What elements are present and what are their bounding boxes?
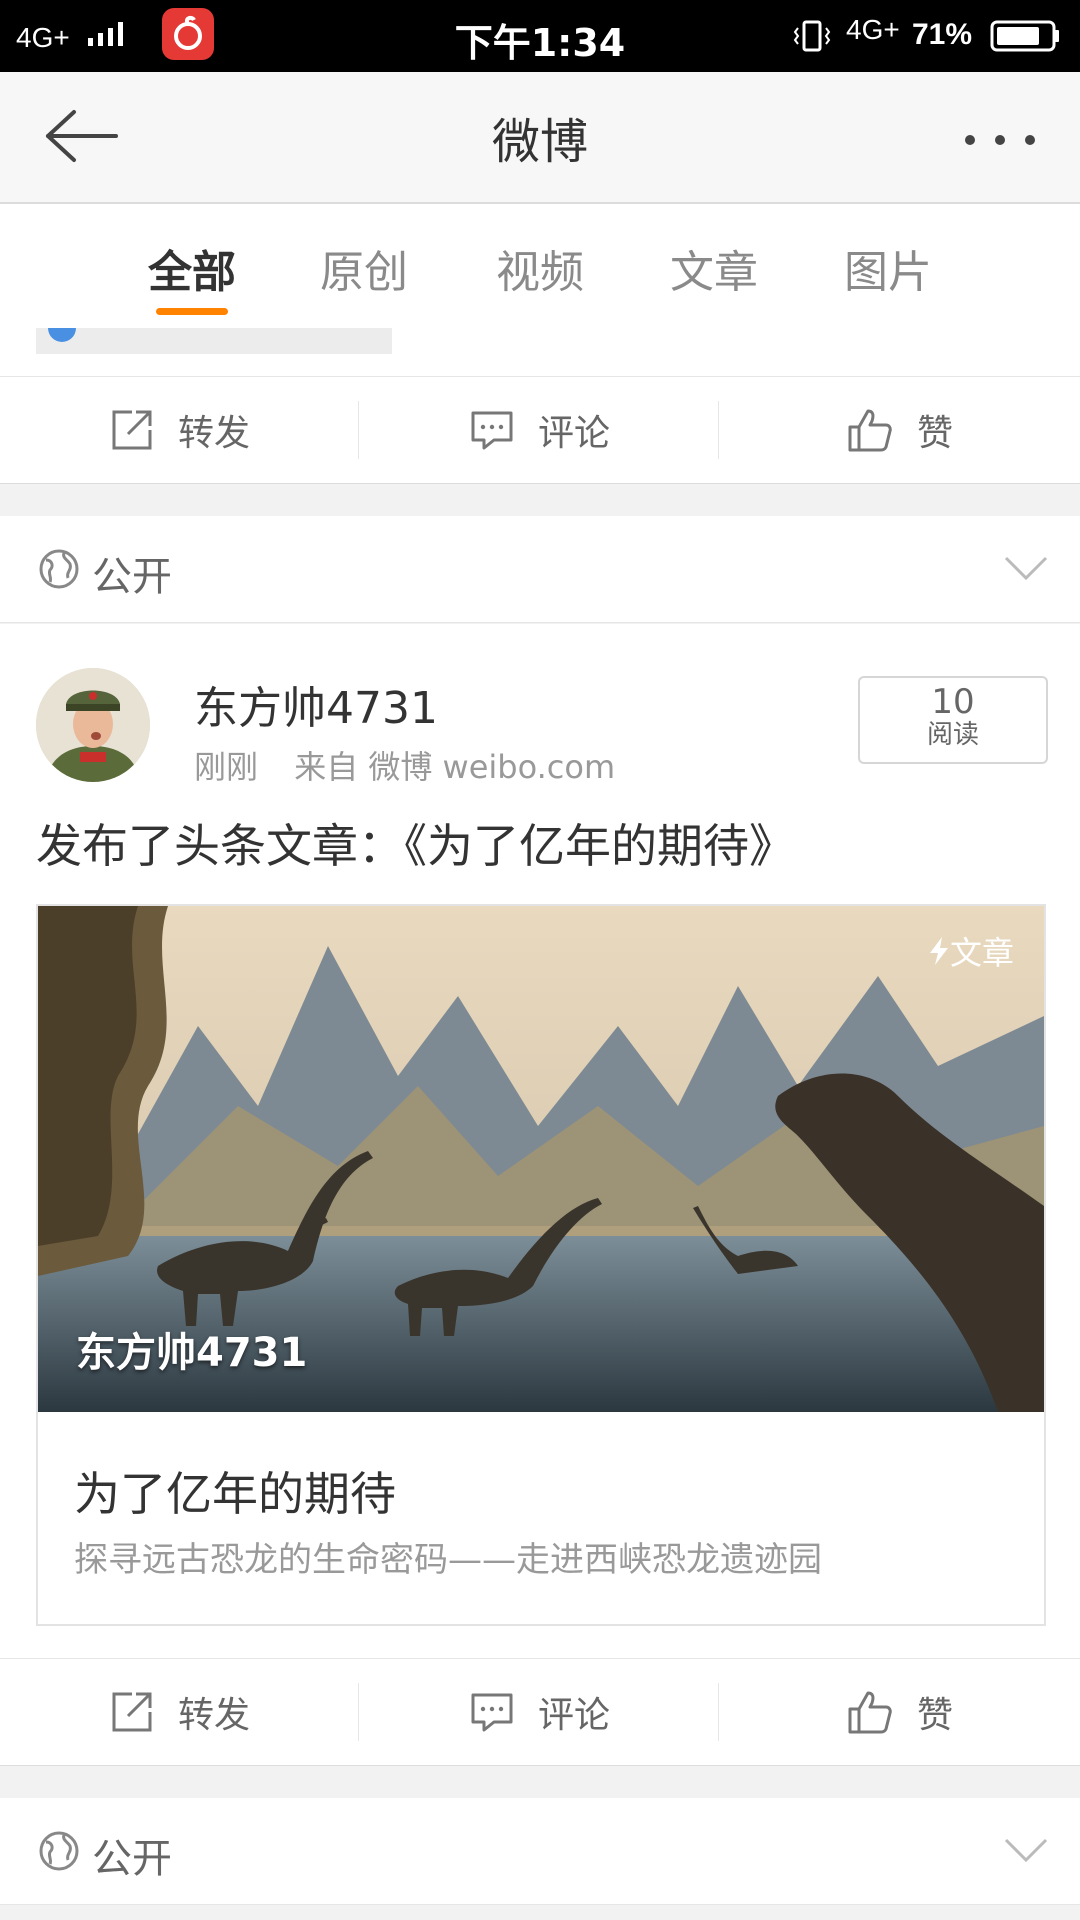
- comment-button[interactable]: 评论: [360, 377, 720, 483]
- article-card[interactable]: 文章 东方帅4731 为了亿年的期待 探寻远古恐龙的生命密码——走进西峡恐龙遗迹…: [36, 904, 1046, 1626]
- repost-button[interactable]: 转发: [0, 377, 360, 483]
- article-tag: 文章: [928, 928, 1014, 974]
- tab-all[interactable]: 全部: [122, 236, 262, 300]
- post-meta: 刚刚 来自 微博 weibo.com: [194, 742, 641, 788]
- read-count-label: 阅读: [926, 720, 979, 750]
- article-tag-label: 文章: [949, 934, 1014, 972]
- like-button[interactable]: 赞: [720, 377, 1080, 483]
- repost-label: 转发: [177, 413, 250, 454]
- visibility-label: 公开: [92, 554, 172, 600]
- comment-label: 评论: [537, 413, 610, 454]
- active-tab-indicator: [156, 308, 228, 315]
- comment-icon: [471, 1693, 513, 1732]
- post-time: 刚刚: [194, 748, 259, 786]
- more-options-icon[interactable]: [962, 132, 1038, 148]
- repost-icon: [112, 410, 152, 450]
- visibility-row[interactable]: 公开: [0, 1798, 1080, 1905]
- read-count: 10: [931, 682, 975, 722]
- like-label: 赞: [916, 1695, 953, 1736]
- article-title: 为了亿年的期待: [74, 1467, 396, 1521]
- read-count-badge: 10 阅读: [858, 676, 1048, 764]
- divider: [358, 1683, 359, 1741]
- comment-icon: [471, 411, 513, 450]
- like-label: 赞: [916, 413, 953, 454]
- username[interactable]: 东方帅4731: [194, 672, 438, 736]
- tab-original[interactable]: 原创: [294, 236, 434, 300]
- globe-icon: [38, 548, 80, 590]
- like-button[interactable]: 赞: [720, 1659, 1080, 1765]
- visibility-row[interactable]: 公开: [0, 516, 1080, 623]
- comment-label: 评论: [537, 1695, 610, 1736]
- location-pin-icon: [48, 328, 76, 342]
- avatar[interactable]: [36, 668, 150, 782]
- battery-icon: [990, 20, 1062, 52]
- repost-icon: [112, 1692, 152, 1732]
- visibility-label: 公开: [92, 1836, 172, 1882]
- globe-icon: [38, 1830, 80, 1872]
- battery-percent: 71%: [912, 18, 973, 51]
- thumbs-up-icon: [848, 409, 892, 452]
- post-text: 发布了头条文章：《为了亿年的期待》: [36, 819, 795, 873]
- repost-label: 转发: [177, 1695, 250, 1736]
- network-type-2: 4G+: [846, 14, 900, 45]
- divider: [358, 401, 359, 459]
- repost-button[interactable]: 转发: [0, 1659, 360, 1765]
- filter-tabs: 全部 原创 视频 文章 图片: [0, 204, 1080, 329]
- post-action-bar: 转发 评论 赞: [0, 376, 1080, 484]
- image-author: 东方帅4731: [76, 1330, 308, 1376]
- tab-article[interactable]: 文章: [644, 236, 784, 300]
- vibrate-icon: [792, 18, 832, 54]
- divider: [718, 1683, 719, 1741]
- lightning-icon: [929, 937, 948, 965]
- chevron-down-icon[interactable]: [1004, 556, 1048, 582]
- post-action-bar: 转发 评论 赞: [0, 1658, 1080, 1766]
- comment-button[interactable]: 评论: [360, 1659, 720, 1765]
- tab-video[interactable]: 视频: [470, 236, 610, 300]
- tab-photo[interactable]: 图片: [818, 236, 958, 300]
- divider: [718, 401, 719, 459]
- chevron-down-icon[interactable]: [1004, 1838, 1048, 1864]
- status-bar: 4G+ 下午1:34 4G+ 71%: [0, 0, 1080, 72]
- post-source: 来自 微博 weibo.com: [294, 748, 616, 786]
- weibo-post: 东方帅4731 刚刚 来自 微博 weibo.com 10 阅读 发布了头条文章…: [0, 624, 1080, 1658]
- page-title: 微博: [491, 114, 588, 170]
- article-subtitle: 探寻远古恐龙的生命密码——走进西峡恐龙遗迹园: [74, 1540, 822, 1580]
- location-thumbnail[interactable]: [36, 328, 392, 354]
- article-cover-image[interactable]: 文章 东方帅4731: [38, 906, 1044, 1412]
- navigation-bar: 微博: [0, 72, 1080, 204]
- thumbs-up-icon: [848, 1691, 892, 1734]
